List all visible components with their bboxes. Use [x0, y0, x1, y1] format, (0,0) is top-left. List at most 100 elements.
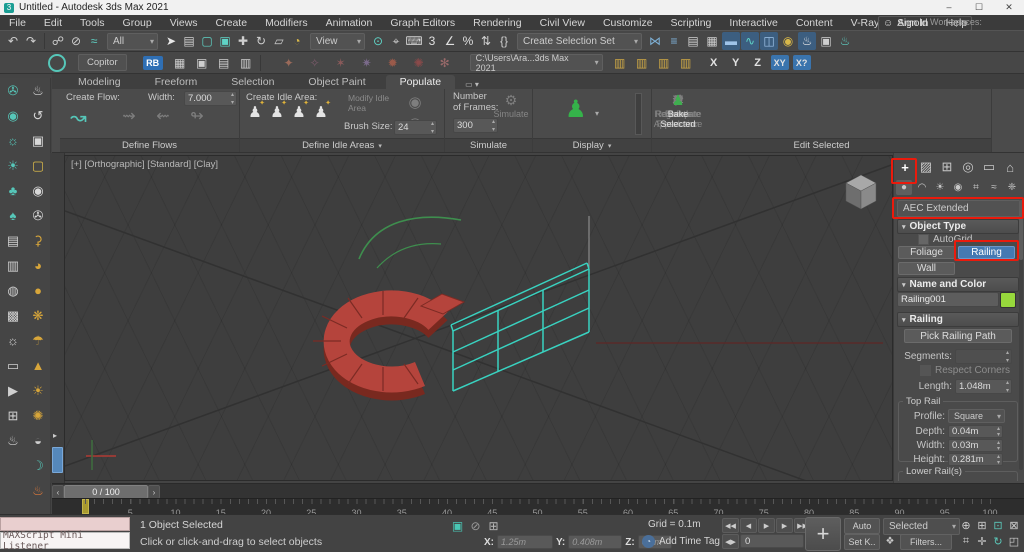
close-button[interactable]: ✕	[994, 2, 1024, 13]
maximize-button[interactable]: ☐	[964, 2, 994, 13]
hierarchy-tab[interactable]: ⊞	[938, 158, 956, 176]
flame-icon[interactable]: ♨	[26, 478, 50, 503]
ribbon-tab[interactable]: Freeform	[141, 75, 212, 89]
curve-editor-icon[interactable]: ∿	[741, 32, 759, 50]
menu-item[interactable]: Modifiers	[256, 17, 317, 29]
selection-filter-dropdown[interactable]: All	[107, 33, 158, 50]
play-monitor-icon[interactable]: ▶	[0, 378, 26, 403]
unlink-selection-icon[interactable]: ⊘	[67, 32, 85, 50]
key-filters-button[interactable]: Filters...	[900, 534, 952, 550]
sphere-light-icon[interactable]: ●	[26, 278, 50, 303]
layers-icon[interactable]: ▩	[0, 303, 26, 328]
select-and-link-icon[interactable]: ☍	[49, 32, 67, 50]
axis-xy-button[interactable]: XY	[771, 55, 789, 70]
lights-category[interactable]: ☀	[932, 180, 948, 195]
idle-person-icon-2[interactable]: ♟	[266, 103, 288, 121]
category-dropdown[interactable]: AEC Extended	[897, 200, 1024, 217]
track-bar[interactable]: 5101520253035404550556065707580859095100	[52, 498, 1024, 514]
menu-item[interactable]: File	[0, 17, 35, 29]
railing-object[interactable]	[451, 216, 589, 391]
film-camera-icon[interactable]: ✇	[26, 203, 50, 228]
snaps-toggle-3d-icon[interactable]: 3	[423, 32, 441, 50]
zoom-all-icon[interactable]: ⊞	[974, 517, 990, 533]
axis-y-button[interactable]: Y	[727, 55, 745, 70]
burst-icon[interactable]: ✺	[26, 403, 50, 428]
time-slider-thumb[interactable]: 0 / 100	[64, 485, 148, 499]
frames-icon[interactable]: ▤	[0, 228, 26, 253]
tree-icon[interactable]: ♠	[0, 203, 26, 228]
forest-icon[interactable]: ♣	[0, 178, 26, 203]
length-spinner[interactable]: 1.048m	[955, 379, 1012, 394]
display-percent-slider[interactable]	[635, 93, 642, 135]
select-and-place-icon[interactable]: ◔	[288, 32, 306, 50]
window-crossing-icon[interactable]: ▣	[216, 32, 234, 50]
menu-item[interactable]: Tools	[71, 17, 114, 29]
material-editor-icon[interactable]: ◉	[779, 32, 797, 50]
helpers-category[interactable]: ⌗	[968, 180, 984, 195]
idle-person-icon-1[interactable]: ♟	[244, 103, 266, 121]
project-folder-icon-1[interactable]: ▥	[611, 54, 629, 72]
previous-frame-button[interactable]: ◀	[740, 518, 757, 533]
display-dropdown-arrow-icon[interactable]: ▾	[595, 109, 599, 118]
named-selection-sets-icon[interactable]: {}	[495, 32, 513, 50]
idle-person-icon-4[interactable]: ♟	[310, 103, 332, 121]
menu-item[interactable]: Group	[114, 17, 161, 29]
add-time-tag[interactable]: Add Time Tag	[659, 536, 720, 547]
axis-x-button[interactable]: X	[705, 55, 723, 70]
script-icon-2[interactable]: ✧	[306, 54, 324, 72]
set-key-button[interactable]: +	[805, 517, 841, 551]
cameras-category[interactable]: ◉	[950, 180, 966, 195]
define-flows-footer[interactable]: Define Flows	[60, 138, 239, 152]
railing-rollout[interactable]: Railing	[897, 312, 1019, 327]
angle-snap-icon[interactable]: ∠	[441, 32, 459, 50]
ring-icon[interactable]: ◍	[0, 278, 26, 303]
render-icon[interactable]: ♨	[836, 32, 854, 50]
space-warps-category[interactable]: ≈	[986, 180, 1002, 195]
menu-item[interactable]: Scripting	[662, 17, 721, 29]
keyboard-override-icon[interactable]: ⌨	[405, 32, 423, 50]
select-and-manipulate-icon[interactable]: ⌖	[387, 32, 405, 50]
orbit-icon[interactable]: ↻	[990, 533, 1006, 549]
copitor-button[interactable]: Copitor	[78, 54, 127, 71]
depth-spinner[interactable]: 0.04m	[948, 425, 1003, 438]
monitor-yellow-icon[interactable]: ▢	[26, 153, 50, 178]
flow-style-icon-1[interactable]: ⇝	[112, 107, 146, 125]
menu-item[interactable]: Customize	[594, 17, 662, 29]
key-selection-dropdown[interactable]: Selected	[883, 518, 960, 535]
spinner-snap-icon[interactable]: ⇅	[477, 32, 495, 50]
script-icon-5[interactable]: ✹	[384, 54, 402, 72]
script-icon-3[interactable]: ✶	[332, 54, 350, 72]
reference-coordinate-dropdown[interactable]: View	[310, 33, 365, 50]
moon-icon[interactable]: ☽	[26, 453, 50, 478]
simulate-footer[interactable]: Simulate	[445, 138, 532, 152]
camera2-icon[interactable]: ◉	[26, 178, 50, 203]
idle-person-icon-3[interactable]: ♟	[288, 103, 310, 121]
display-footer[interactable]: Display	[533, 138, 651, 152]
segments-spinner[interactable]	[955, 349, 1012, 364]
modify-tab[interactable]: ▨	[917, 158, 935, 176]
project-folder-icon-2[interactable]: ▥	[633, 54, 651, 72]
geometry-category[interactable]: ●	[896, 180, 912, 195]
brush-icon-1[interactable]: ◉	[406, 91, 424, 112]
create-selection-set-dropdown[interactable]: Create Selection Set	[517, 33, 642, 50]
flow-width-spinner[interactable]: 7.000	[184, 91, 237, 106]
current-frame-field[interactable]: 0	[740, 534, 804, 548]
render-setup-icon[interactable]: ♨	[798, 32, 816, 50]
window-layout-icon-4[interactable]: ▥	[237, 54, 255, 72]
flow-style-icon-2[interactable]: ⇜	[146, 107, 180, 125]
width-spinner[interactable]: 0.03m	[948, 439, 1003, 452]
brush-size-spinner[interactable]: 24	[394, 120, 437, 135]
ribbon-minimize-icon[interactable]: ▭ ▾	[465, 80, 479, 89]
script-icon-1[interactable]: ✦	[280, 54, 298, 72]
autogrid-checkbox[interactable]	[918, 234, 929, 245]
key-mode-toggle[interactable]: ◀▶	[722, 534, 739, 549]
systems-category[interactable]: ❈	[1004, 180, 1020, 195]
key-filters-icon[interactable]: ❖	[883, 534, 897, 548]
menu-item[interactable]: Interactive	[720, 17, 786, 29]
layout-tabs-arrow-icon[interactable]: ▸	[53, 431, 57, 440]
absolute-mode-icon[interactable]: ⊞	[486, 519, 501, 533]
object-color-swatch[interactable]	[1000, 292, 1016, 308]
script-icon-6[interactable]: ✺	[410, 54, 428, 72]
script-icon-4[interactable]: ✷	[358, 54, 376, 72]
tree-card-icon[interactable]: ▥	[0, 253, 26, 278]
